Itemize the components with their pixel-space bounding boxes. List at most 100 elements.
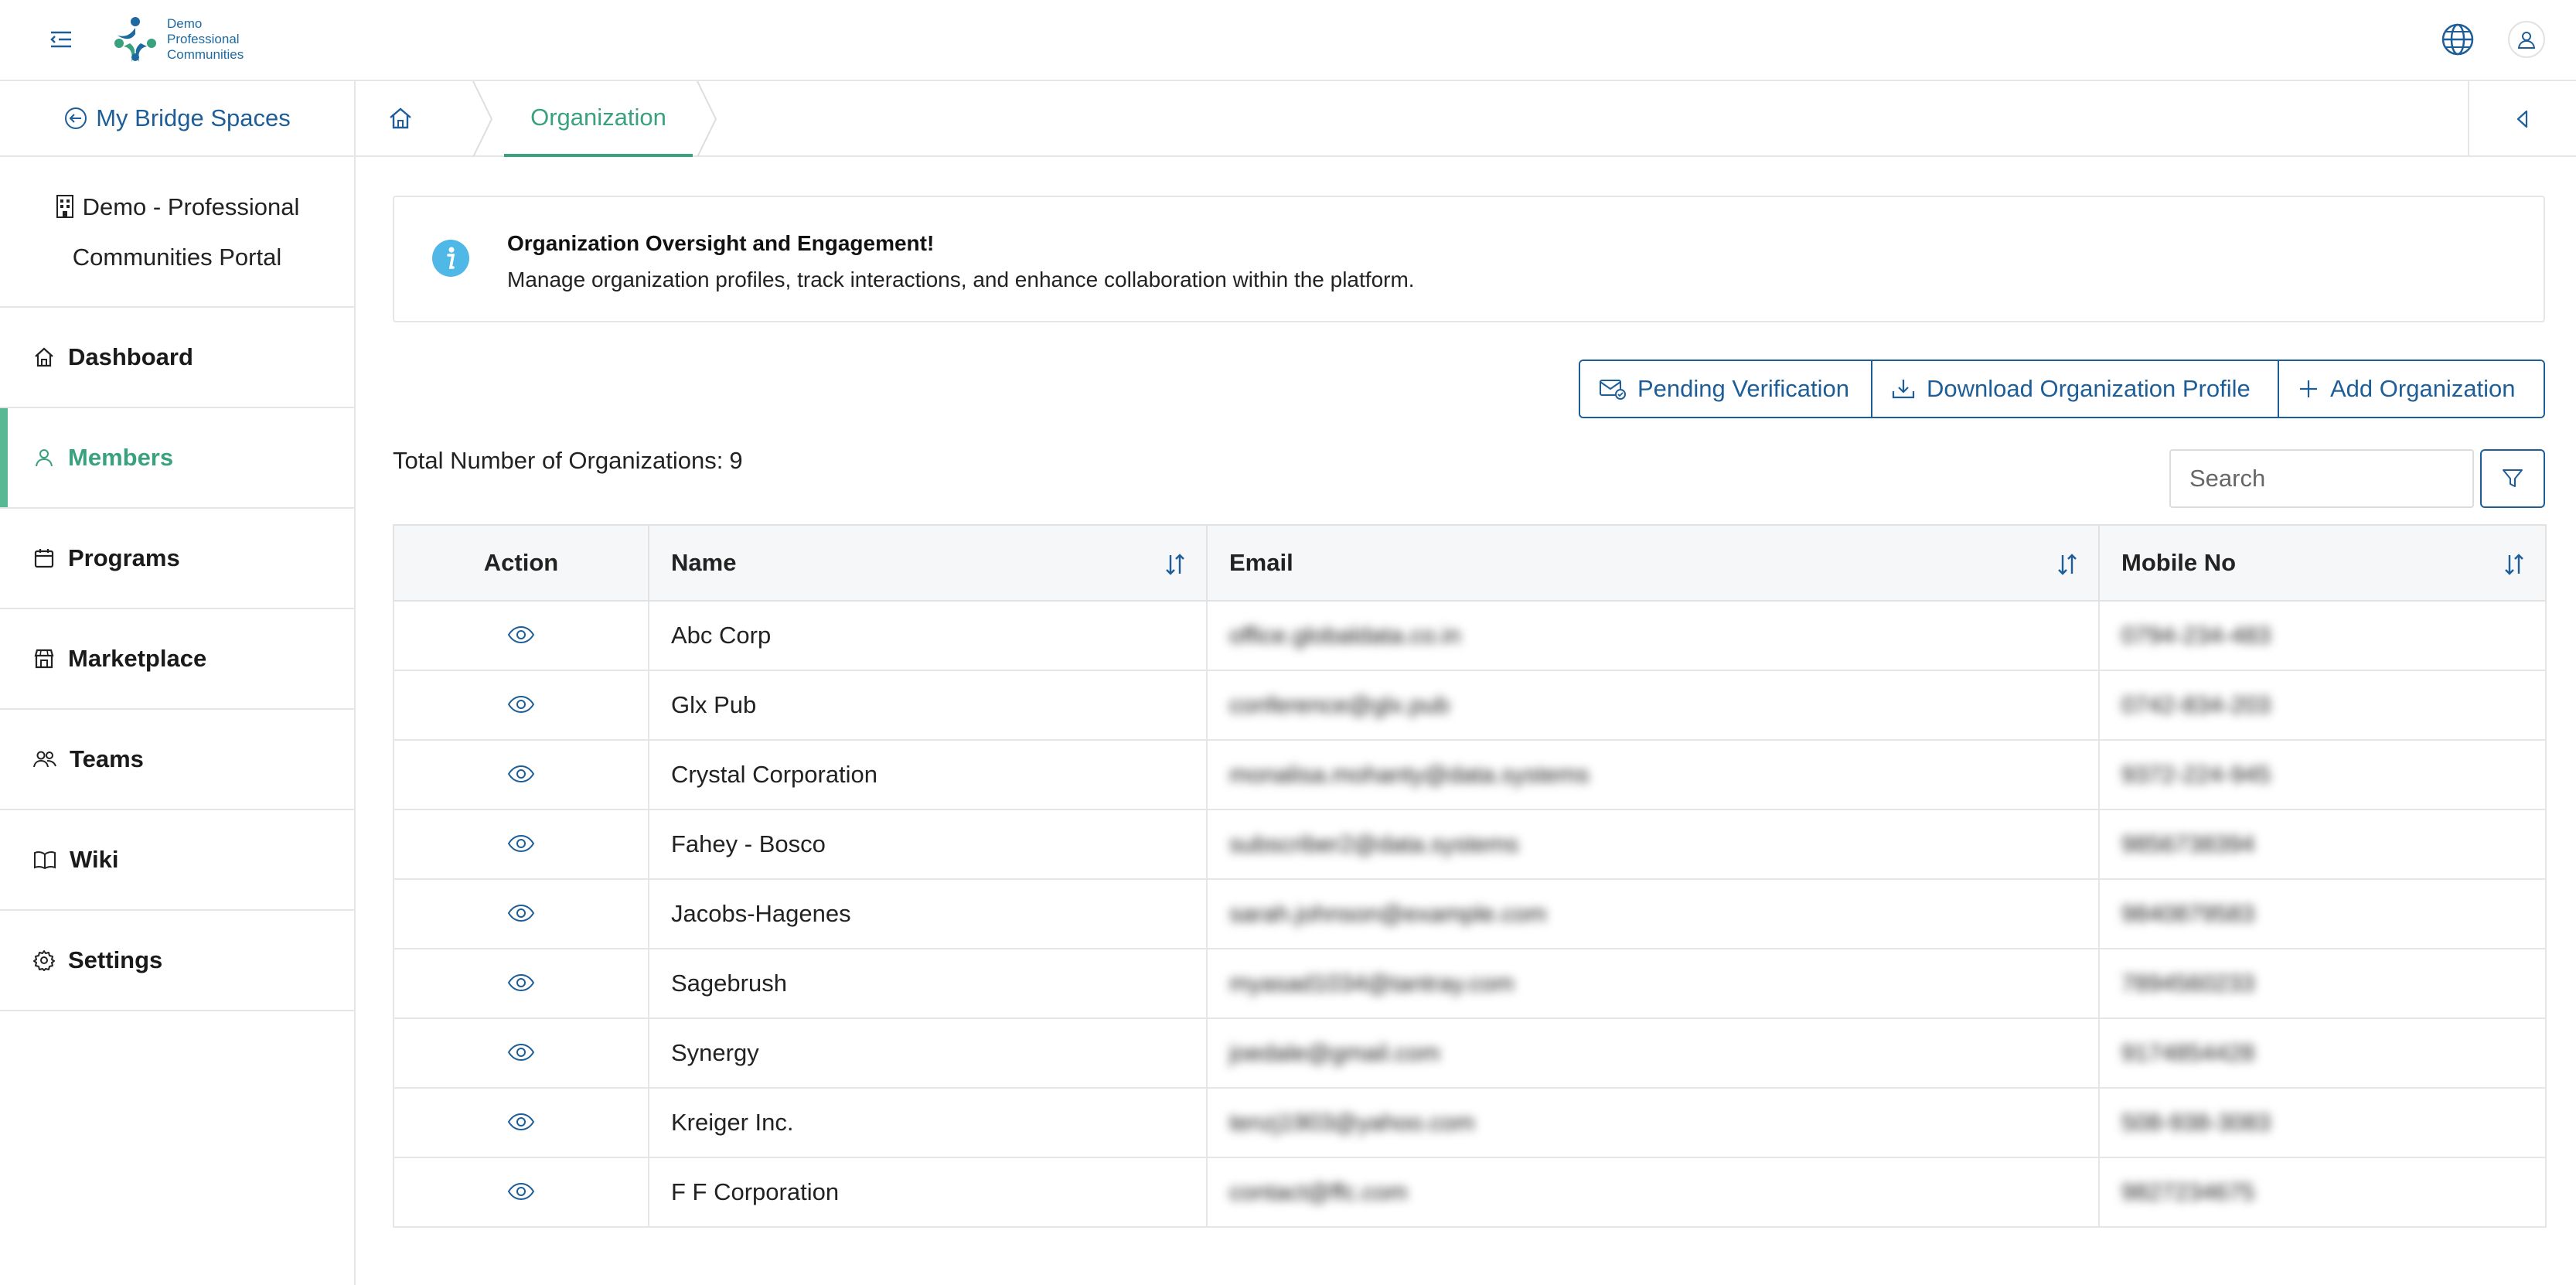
breadcrumb: Organization <box>356 81 2576 157</box>
info-banner: Organization Oversight and Engagement! M… <box>393 196 2545 322</box>
top-bar: Demo Professional Communities <box>0 0 2576 81</box>
banner-title: Organization Oversight and Engagement! <box>507 231 935 255</box>
column-header-email-label: Email <box>1229 549 1293 576</box>
organization-mobile: 0742-834-203 <box>2098 670 2547 741</box>
collapse-panel-button[interactable] <box>2468 81 2576 157</box>
sort-icon[interactable] <box>2502 552 2527 577</box>
organization-mobile: 9840879583 <box>2098 878 2547 949</box>
my-bridge-spaces-link[interactable]: My Bridge Spaces <box>0 81 354 157</box>
column-header-name-label: Name <box>671 549 737 576</box>
info-icon <box>432 240 469 277</box>
table-row: F F Corporation contact@ffc.com 9827234675 <box>393 1157 2547 1228</box>
eye-icon <box>507 695 535 713</box>
sort-icon[interactable] <box>2055 552 2080 577</box>
download-organization-profile-button[interactable]: Download Organization Profile <box>1871 361 2278 417</box>
action-cell <box>393 1157 649 1228</box>
total-organizations-label: Total Number of Organizations: <box>393 447 724 474</box>
action-cell <box>393 948 649 1019</box>
organization-name: Kreiger Inc. <box>648 1087 1208 1158</box>
add-organization-button[interactable]: Add Organization <box>2278 361 2544 417</box>
action-button-group: Pending Verification Download Organizati… <box>1579 360 2545 418</box>
app-logo[interactable]: Demo Professional Communities <box>108 12 244 66</box>
logo-line-2: Professional <box>167 32 240 46</box>
sidebar-item-marketplace[interactable]: Marketplace <box>0 609 354 710</box>
sidebar: My Bridge Spaces Demo - Professional Com… <box>0 81 356 1285</box>
banner-text: Manage organization profiles, track inte… <box>507 268 1415 291</box>
organization-mobile: 9174854428 <box>2098 1017 2547 1089</box>
organization-mobile: 508-938-3083 <box>2098 1087 2547 1158</box>
organization-email: sarah.johnson@example.com <box>1206 878 2100 949</box>
view-organization-button[interactable] <box>507 762 535 789</box>
sidebar-item-members[interactable]: Members <box>0 408 354 509</box>
user-menu-button[interactable] <box>2508 21 2545 58</box>
view-organization-button[interactable] <box>507 622 535 650</box>
add-organization-label: Add Organization <box>2330 375 2516 402</box>
action-cell <box>393 670 649 741</box>
globe-icon[interactable] <box>2440 22 2475 57</box>
view-organization-button[interactable] <box>507 901 535 929</box>
organization-mobile: 9827234675 <box>2098 1157 2547 1228</box>
table-header-row: Action Name Email Mobile No <box>393 524 2547 602</box>
mail-check-icon <box>1600 380 1626 400</box>
organization-email: office.globaldata.co.in <box>1206 600 2100 671</box>
portal-name-line1: Demo - Professional <box>82 193 300 220</box>
view-organization-button[interactable] <box>507 692 535 720</box>
home-icon[interactable] <box>387 104 414 132</box>
organization-name: Synergy <box>648 1017 1208 1089</box>
organization-name: Sagebrush <box>648 948 1208 1019</box>
sidebar-item-programs[interactable]: Programs <box>0 509 354 609</box>
table-body: Abc Corp office.globaldata.co.in 0794-234-… <box>393 600 2547 1228</box>
table-row: Crystal Corporation monalisa.mohanty@data… <box>393 739 2547 810</box>
filter-icon <box>2503 469 2523 487</box>
organization-name: Fahey - Bosco <box>648 809 1208 880</box>
sidebar-item-label: Dashboard <box>68 343 193 370</box>
download-icon <box>1892 380 1915 399</box>
sidebar-item-dashboard[interactable]: Dashboard <box>0 308 354 408</box>
view-organization-button[interactable] <box>507 1179 535 1207</box>
building-icon <box>56 195 73 218</box>
view-organization-button[interactable] <box>507 1040 535 1068</box>
sort-icon[interactable] <box>1163 552 1187 577</box>
view-organization-button[interactable] <box>507 970 535 998</box>
column-header-action: Action <box>393 524 649 602</box>
eye-icon <box>507 1113 535 1130</box>
column-header-name[interactable]: Name <box>648 524 1208 602</box>
eye-icon <box>507 834 535 852</box>
organizations-table: Action Name Email Mobile No Abc Corp off… <box>393 524 2547 1228</box>
sidebar-item-wiki[interactable]: Wiki <box>0 810 354 911</box>
organization-mobile: 9856738394 <box>2098 809 2547 880</box>
breadcrumb-current[interactable]: Organization <box>504 81 693 157</box>
menu-toggle-icon[interactable] <box>48 28 74 51</box>
view-organization-button[interactable] <box>507 831 535 859</box>
caret-left-icon <box>2516 110 2528 128</box>
view-organization-button[interactable] <box>507 1109 535 1137</box>
action-cell <box>393 1087 649 1158</box>
eye-icon <box>507 765 535 782</box>
organization-email: joedale@gmail.com <box>1206 1017 2100 1089</box>
action-cell <box>393 1017 649 1089</box>
table-row: Abc Corp office.globaldata.co.in 0794-234-… <box>393 600 2547 671</box>
organization-mobile: 9372-224-945 <box>2098 739 2547 810</box>
sidebar-item-label: Members <box>68 444 174 471</box>
pending-verification-button[interactable]: Pending Verification <box>1580 361 1871 417</box>
sidebar-item-label: Teams <box>70 745 144 772</box>
logo-line-1: Demo <box>167 16 203 31</box>
organization-name: Abc Corp <box>648 600 1208 671</box>
breadcrumb-separator <box>472 81 493 157</box>
column-header-mobile-label: Mobile No <box>2121 549 2237 576</box>
sidebar-item-teams[interactable]: Teams <box>0 710 354 810</box>
organization-email: myasad1034@tantray.com <box>1206 948 2100 1019</box>
table-row: Fahey - Bosco subscriber2@data.systems 985… <box>393 809 2547 880</box>
plus-icon <box>2300 380 2317 397</box>
organization-email: tenzj1903@yahoo.com <box>1206 1087 2100 1158</box>
sidebar-item-settings[interactable]: Settings <box>0 911 354 1011</box>
total-organizations-count: 9 <box>729 447 743 474</box>
search-input[interactable] <box>2169 449 2474 508</box>
logo-line-3: Communities <box>167 47 244 62</box>
total-organizations: Total Number of Organizations: 9 <box>393 447 743 475</box>
column-header-email[interactable]: Email <box>1206 524 2100 602</box>
team-icon <box>33 751 56 768</box>
filter-button[interactable] <box>2480 449 2545 508</box>
column-header-mobile[interactable]: Mobile No <box>2098 524 2547 602</box>
user-icon <box>2517 32 2536 49</box>
